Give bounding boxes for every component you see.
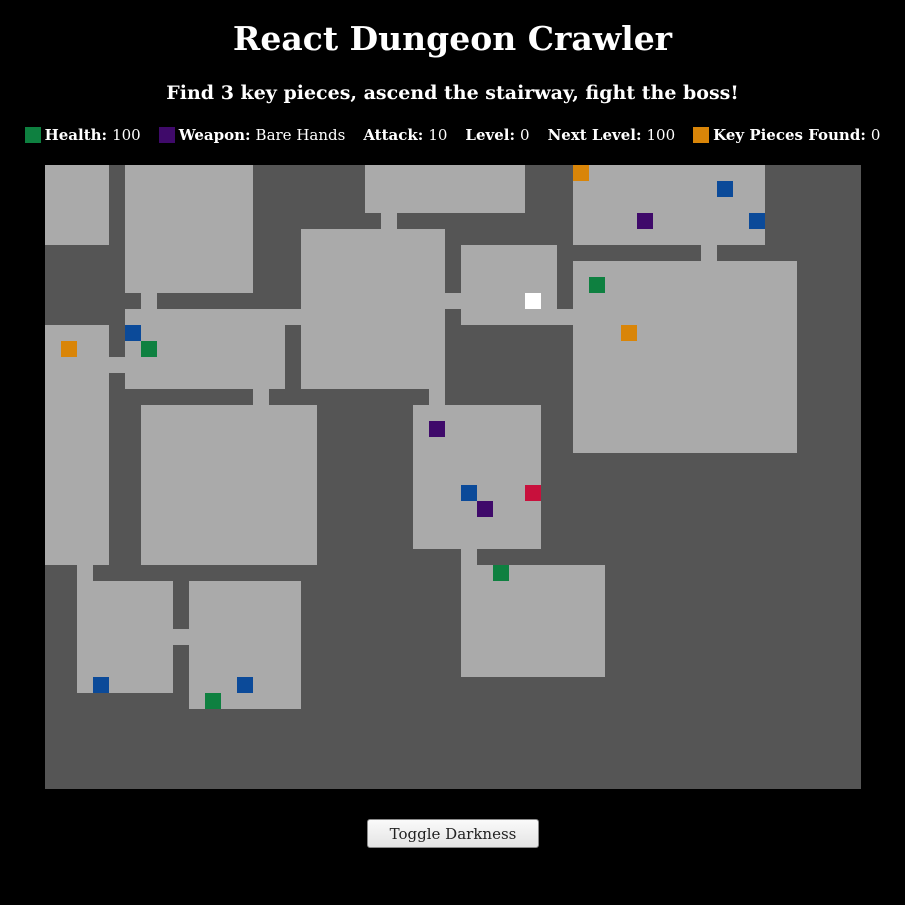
attack-value: 10	[428, 126, 448, 144]
dungeon-floor	[701, 245, 717, 261]
toggle-darkness-button[interactable]: Toggle Darkness	[367, 819, 539, 848]
dungeon-floor	[45, 325, 109, 565]
health-label: Health:	[44, 126, 108, 144]
health-potion-tile	[589, 277, 605, 293]
key-piece-tile	[621, 325, 637, 341]
key-pieces-value: 0	[870, 126, 881, 144]
dungeon-floor	[285, 309, 301, 325]
enemy-tile	[125, 325, 141, 341]
health-value: 100	[112, 126, 141, 144]
key-piece-tile	[573, 165, 589, 181]
dungeon-map[interactable]	[45, 165, 861, 789]
dungeon-floor	[45, 165, 109, 245]
stats-bar: Health: 100 Weapon: Bare Hands Attack: 1…	[0, 123, 905, 147]
weapon-label: Weapon:	[178, 126, 251, 144]
dungeon-floor	[429, 389, 445, 405]
dungeon-floor	[381, 213, 397, 229]
enemy-tile	[93, 677, 109, 693]
dungeon-floor	[77, 565, 93, 581]
dungeon-floor	[461, 245, 557, 325]
page-title: React Dungeon Crawler	[232, 19, 673, 58]
enemy-tile	[461, 485, 477, 501]
page-subtitle: Find 3 key pieces, ascend the stairway, …	[166, 82, 739, 104]
dungeon-floor	[253, 389, 269, 405]
dungeon-floor	[365, 165, 525, 213]
level-value: 0	[520, 126, 530, 144]
weapon-tile	[637, 213, 653, 229]
dungeon-floor	[573, 165, 765, 245]
health-potion-tile	[493, 565, 509, 581]
dungeon-floor	[461, 565, 605, 677]
stat-next-level: Next Level: 100	[548, 126, 676, 144]
health-potion-tile	[205, 693, 221, 709]
weapon-value: Bare Hands	[255, 126, 346, 144]
stat-weapon: Weapon: Bare Hands	[158, 126, 346, 144]
next-level-label: Next Level:	[547, 126, 642, 144]
stat-health: Health: 100	[24, 126, 141, 144]
player-tile	[525, 293, 541, 309]
key-swatch-icon	[693, 127, 710, 143]
health-swatch-icon	[24, 127, 41, 143]
dungeon-floor	[301, 229, 445, 389]
key-piece-tile	[61, 341, 77, 357]
dungeon-floor	[141, 293, 157, 309]
dungeon-floor	[125, 165, 253, 293]
enemy-tile	[717, 181, 733, 197]
next-level-value: 100	[646, 126, 676, 144]
enemy-tile	[749, 213, 765, 229]
stat-key-pieces: Key Pieces Found: 0	[693, 126, 880, 144]
attack-label: Attack:	[363, 126, 424, 144]
stat-attack: Attack: 10	[363, 126, 447, 144]
weapon-swatch-icon	[158, 127, 175, 143]
level-label: Level:	[465, 126, 516, 144]
boss-tile	[525, 485, 541, 501]
dungeon-floor	[557, 309, 573, 325]
dungeon-floor	[141, 405, 317, 565]
stat-level: Level: 0	[465, 126, 529, 144]
enemy-tile	[237, 677, 253, 693]
dungeon-app: React Dungeon Crawler Find 3 key pieces,…	[0, 0, 905, 905]
dungeon-floor	[445, 293, 461, 309]
weapon-tile	[477, 501, 493, 517]
dungeon-floor	[573, 261, 797, 453]
dungeon-floor	[109, 357, 125, 373]
health-potion-tile	[141, 341, 157, 357]
key-pieces-label: Key Pieces Found:	[713, 126, 866, 144]
dungeon-floor	[173, 629, 189, 645]
dungeon-floor	[461, 549, 477, 565]
dungeon-floor	[77, 581, 173, 693]
weapon-tile	[429, 421, 445, 437]
